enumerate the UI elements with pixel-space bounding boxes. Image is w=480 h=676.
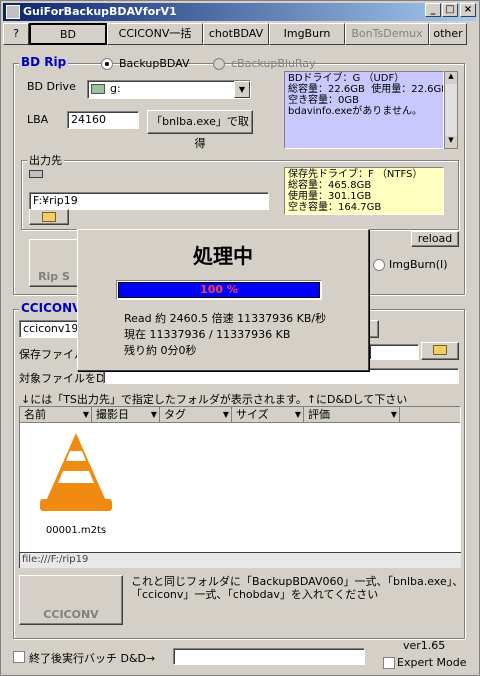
cciconv-label: CCICONV (19, 301, 84, 315)
lba-label: LBA (27, 113, 49, 126)
drive-info-scrollbar[interactable]: ▲ ▼ (444, 71, 458, 149)
save-file-input[interactable] (369, 344, 419, 360)
folder-icon (42, 212, 56, 222)
sort-icon: ▼ (222, 410, 229, 419)
bd-drive-value: g: (110, 82, 121, 95)
save-info-box: 保存先ドライブ：F （NTFS） 総容量：465.8GB 使用量：301.1GB… (284, 167, 444, 215)
close-button[interactable]: × (460, 3, 476, 17)
col-date-label: 撮影日 (96, 408, 129, 421)
tab-help[interactable]: ? (3, 23, 29, 45)
bd-rip-label: BD Rip (19, 55, 69, 69)
col-size-label: サイズ (236, 408, 269, 421)
hdd-icon (29, 170, 43, 178)
col-rating-label: 評価 (308, 408, 330, 421)
bd-drive-select[interactable]: g: ▼ (87, 80, 251, 99)
tab-chotbdav[interactable]: chotBDAV (203, 23, 269, 45)
tab-bontsdemux[interactable]: BonTsDemux (345, 23, 429, 45)
dialog-line-2: 現在 11337936 / 11337936 KB (124, 328, 291, 341)
bnlba-button[interactable]: 「bnlba.exe」で取得 (147, 110, 253, 150)
col-name-label: 名前 (24, 408, 46, 421)
chevron-down-icon[interactable]: ▼ (234, 81, 250, 98)
dialog-line-3: 残り約 0分0秒 (124, 344, 197, 357)
title-bar: GuiForBackupBDAVforV1 (3, 3, 477, 21)
bd-drive-label: BD Drive (27, 80, 76, 93)
imgburn-radio[interactable] (373, 259, 385, 271)
col-rating[interactable]: 評価 ▼ (304, 407, 400, 422)
tab-other[interactable]: other (429, 23, 467, 45)
scroll-up-icon[interactable]: ▲ (445, 72, 457, 84)
sort-icon: ▼ (390, 410, 397, 419)
output-label: 出力先 (27, 152, 64, 168)
output-path-input[interactable]: F:¥rip19 (29, 192, 269, 210)
tab-bd[interactable]: BD (29, 23, 107, 45)
version-label: ver1.65 (403, 639, 446, 652)
vlc-cone-icon (40, 433, 112, 511)
tab-imgburn[interactable]: ImgBurn (269, 23, 345, 45)
list-item[interactable]: 00001.m2ts (34, 429, 118, 545)
col-size[interactable]: サイズ ▼ (232, 407, 304, 422)
cbackup-radio[interactable] (213, 58, 225, 70)
dialog-title: 処理中 (193, 244, 253, 268)
dialog-line-1: Read 約 2460.5 倍速 11337936 KB/秒 (124, 312, 327, 325)
list-header: 名前 ▼ 撮影日 ▼ タグ ▼ サイズ ▼ 評価 ▼ (20, 407, 460, 423)
progress-dialog: 処理中 100 % Read 約 2460.5 倍速 11337936 KB/秒… (77, 229, 369, 371)
cciconv-combo[interactable]: cciconv19 (19, 320, 79, 338)
drive-icon (91, 84, 105, 94)
lba-input[interactable]: 24160 (67, 111, 139, 129)
cciconv-run-button[interactable]: CCICONV (19, 575, 123, 625)
minimize-button[interactable]: _ (425, 3, 441, 17)
save-folder-button[interactable] (421, 342, 459, 360)
rip-start-button[interactable]: Rip S (29, 239, 79, 287)
expert-mode-checkbox[interactable] (383, 657, 395, 669)
file-name: 00001.m2ts (45, 525, 107, 536)
sort-icon: ▼ (294, 410, 301, 419)
scroll-down-icon[interactable]: ▼ (445, 136, 457, 148)
app-icon (6, 5, 20, 19)
progress-bar: 100 % (116, 280, 322, 300)
backupbdav-label: BackupBDAV (119, 57, 190, 70)
batch-checkbox[interactable] (13, 651, 25, 663)
maximize-button[interactable]: □ (442, 3, 458, 17)
output-folder-button[interactable] (29, 209, 69, 225)
reload-button[interactable]: reload (411, 231, 459, 247)
col-date[interactable]: 撮影日 ▼ (92, 407, 160, 422)
expert-mode-label: Expert Mode (397, 656, 467, 669)
note-text: これと同じフォルダに「BackupBDAV060」一式、「bnlba.exe」、… (131, 575, 464, 601)
batch-input[interactable] (173, 648, 365, 665)
col-tag[interactable]: タグ ▼ (160, 407, 232, 422)
tab-cciconv[interactable]: CCICONV一括 (107, 23, 203, 45)
window-title: GuiForBackupBDAVforV1 (23, 5, 177, 18)
batch-label: 終了後実行バッチ D&D→ (29, 652, 156, 665)
file-list[interactable]: 名前 ▼ 撮影日 ▼ タグ ▼ サイズ ▼ 評価 ▼ 00001.m2ts (19, 406, 461, 566)
drive-info-box: BDドライブ：G （UDF） 総容量：22.6GB 使用量：22.6GB 空き容… (284, 71, 444, 149)
progress-text: 100 % (200, 283, 238, 296)
main-window: GuiForBackupBDAVforV1 _ □ × ? BD CCICONV… (0, 0, 480, 676)
sort-icon: ▼ (150, 410, 157, 419)
path-bar: file:///F:/rip19 (19, 552, 461, 568)
hint-text: ↓には「TS出力先」で指定したフォルダが表示されます。↑にD&Dして下さい (21, 393, 408, 406)
col-tag-label: タグ (164, 408, 186, 421)
sort-icon: ▼ (82, 410, 89, 419)
folder-icon (433, 345, 447, 355)
imgburn-label: ImgBurn(I) (389, 258, 448, 271)
cbackup-label: cBackupBluRay (231, 57, 316, 70)
save-file-label: 保存ファイル (19, 348, 85, 361)
col-name[interactable]: 名前 ▼ (20, 407, 92, 422)
backupbdav-radio[interactable] (101, 58, 113, 70)
